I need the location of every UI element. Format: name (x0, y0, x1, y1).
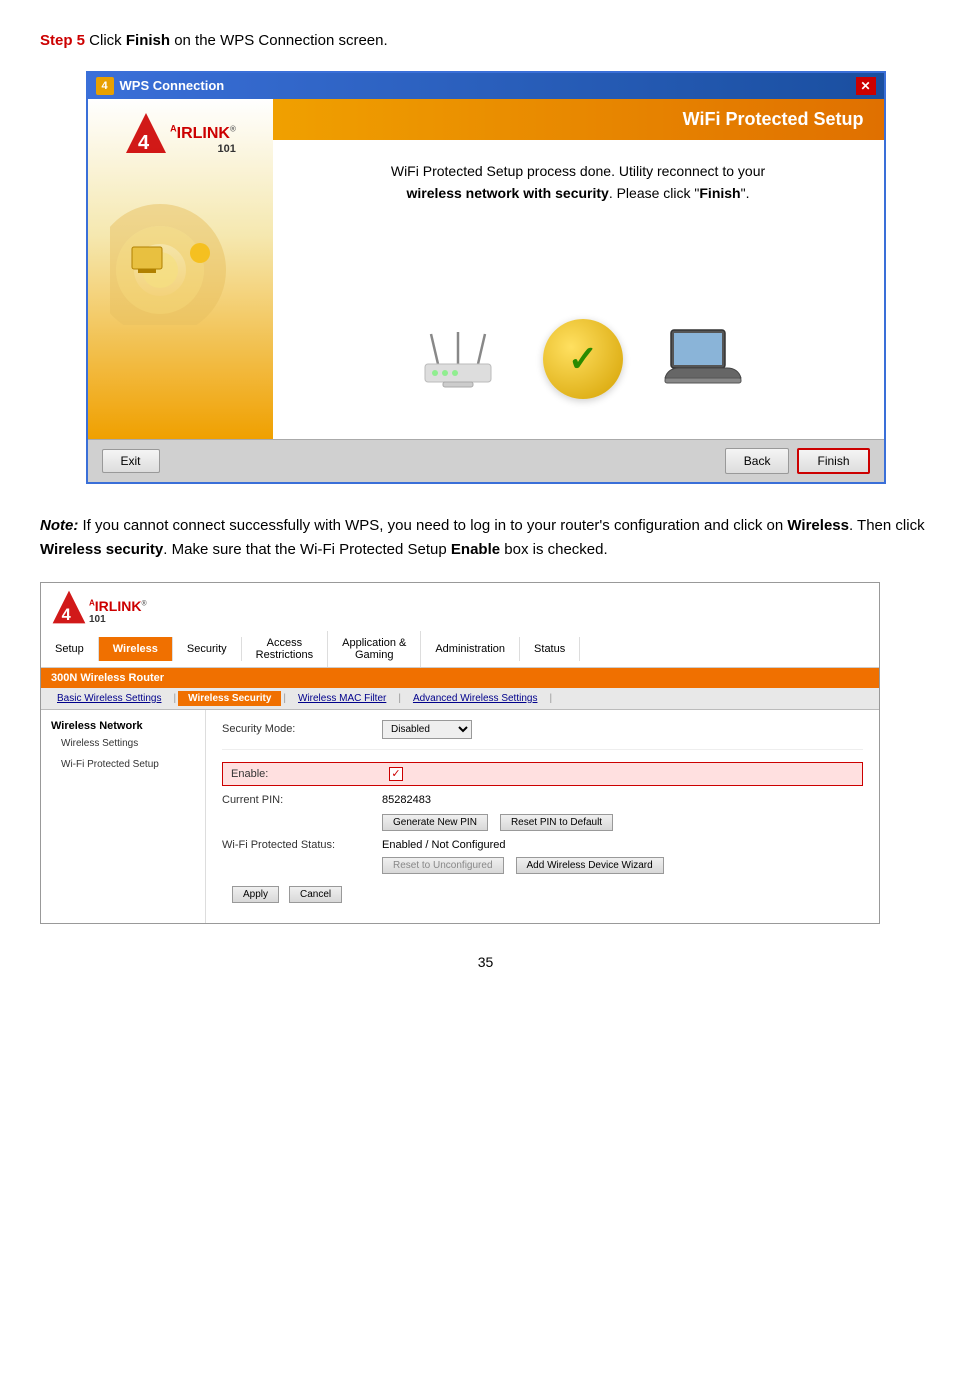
router-logo-icon: 4 (51, 589, 87, 625)
note-bold1: Wireless (787, 517, 849, 534)
wps-action-button-row: Reset to Unconfigured Add Wireless Devic… (382, 857, 863, 874)
back-button[interactable]: Back (725, 448, 790, 474)
router-admin-ui: 4 AIRLINK® 101 Setup Wireless Security A… (40, 582, 880, 924)
airlink-logo: 4 AIRLINK® 101 (124, 111, 236, 155)
subnav-advanced-wireless[interactable]: Advanced Wireless Settings (403, 691, 548, 706)
logo-101: 101 (170, 143, 236, 155)
nav-administration[interactable]: Administration (421, 637, 520, 661)
router-nav: Setup Wireless Security AccessRestrictio… (41, 631, 879, 668)
enable-row: Enable: (222, 762, 863, 786)
note-bold3: Enable (451, 541, 500, 558)
airlink-logo-icon: 4 (124, 111, 168, 155)
enable-label: Enable: (231, 768, 381, 780)
dialog-title-icon: 4 (96, 77, 114, 95)
step-label: Step 5 (40, 32, 85, 49)
checkmark-circle: ✓ (543, 319, 623, 399)
subnav-wireless-security[interactable]: Wireless Security (178, 691, 281, 706)
add-wizard-button[interactable]: Add Wireless Device Wizard (516, 857, 664, 874)
wps-status-label: Wi-Fi Protected Status: (222, 839, 382, 851)
nav-wireless[interactable]: Wireless (99, 637, 173, 661)
security-mode-label: Security Mode: (222, 723, 382, 735)
note-section: Note: If you cannot connect successfully… (40, 514, 931, 562)
note-label: Note: (40, 517, 78, 534)
current-pin-row: Current PIN: 85282483 (222, 794, 863, 806)
dialog-right-panel: WiFi Protected Setup WiFi Protected Setu… (273, 99, 884, 439)
laptop-icon (663, 326, 743, 391)
exit-button[interactable]: Exit (102, 449, 160, 473)
wps-dialog: 4 WPS Connection ✕ 4 AIRLINK® (86, 71, 886, 484)
router-sub-nav: Basic Wireless Settings | Wireless Secur… (41, 688, 879, 710)
svg-text:4: 4 (62, 606, 72, 624)
sidebar-heading: Wireless Network (51, 720, 195, 732)
dialog-btn-group: Back Finish (725, 448, 870, 474)
router-main-form: Security Mode: Disabled WEP WPA Personal… (206, 710, 879, 923)
nav-access-restrictions[interactable]: AccessRestrictions (242, 631, 328, 667)
dialog-message: WiFi Protected Setup process done. Utili… (378, 160, 778, 205)
subnav-basic-wireless[interactable]: Basic Wireless Settings (47, 691, 171, 706)
dialog-titlebar-left: 4 WPS Connection (96, 77, 225, 95)
wps-status-value: Enabled / Not Configured (382, 839, 506, 851)
router-logo-text: AIRLINK® (89, 598, 147, 614)
nav-security[interactable]: Security (173, 637, 242, 661)
page-number: 35 (40, 954, 931, 970)
logo-airlink-text: AIRLINK® (170, 125, 236, 142)
wps-status-row: Wi-Fi Protected Status: Enabled / Not Co… (222, 839, 863, 851)
router-icon (413, 324, 503, 394)
security-mode-select[interactable]: Disabled WEP WPA Personal (382, 720, 472, 739)
dialog-title-text: WPS Connection (120, 78, 225, 93)
dialog-close-button[interactable]: ✕ (856, 77, 876, 95)
cancel-button[interactable]: Cancel (289, 886, 342, 903)
wifi-animation-graphic (110, 185, 250, 325)
router-header: 4 AIRLINK® 101 (41, 583, 879, 631)
wifi-circles-svg (110, 185, 250, 325)
step5-instruction: Step 5 Click Finish on the WPS Connectio… (40, 30, 931, 53)
note-bold2: Wireless security (40, 541, 163, 558)
finish-button[interactable]: Finish (797, 448, 869, 474)
security-mode-row: Security Mode: Disabled WEP WPA Personal (222, 720, 863, 750)
current-pin-value: 85282483 (382, 794, 431, 806)
reset-pin-button[interactable]: Reset PIN to Default (500, 814, 613, 831)
dialog-titlebar: 4 WPS Connection ✕ (88, 73, 884, 99)
sidebar-wireless-settings: Wireless Settings (61, 738, 195, 749)
svg-text:4: 4 (138, 132, 150, 154)
step5-bold: Finish (126, 32, 170, 49)
router-airlink-logo: 4 AIRLINK® 101 (51, 589, 147, 625)
dialog-left-panel: 4 AIRLINK® 101 (88, 99, 273, 439)
dialog-right-header: WiFi Protected Setup (273, 99, 884, 140)
dialog-footer: Exit Back Finish (88, 439, 884, 482)
check-mark-icon: ✓ (568, 338, 598, 380)
reset-unconfigured-button[interactable]: Reset to Unconfigured (382, 857, 504, 874)
enable-checkbox[interactable] (389, 767, 403, 781)
sidebar-wps: Wi-Fi Protected Setup (61, 759, 195, 770)
dialog-right-content: WiFi Protected Setup process done. Utili… (273, 140, 884, 439)
dialog-icons-row: ✓ (413, 319, 743, 399)
router-sidebar: Wireless Network Wireless Settings Wi-Fi… (41, 710, 206, 923)
generate-pin-button[interactable]: Generate New PIN (382, 814, 488, 831)
wps-dialog-wrapper: 4 WPS Connection ✕ 4 AIRLINK® (86, 71, 886, 484)
security-mode-control: Disabled WEP WPA Personal (382, 720, 472, 739)
router-footer-buttons: Apply Cancel (232, 886, 863, 913)
router-orange-bar: 300N Wireless Router (41, 668, 879, 688)
apply-button[interactable]: Apply (232, 886, 279, 903)
current-pin-label: Current PIN: (222, 794, 382, 806)
nav-status[interactable]: Status (520, 637, 580, 661)
router-logo-101: 101 (89, 614, 147, 625)
router-content: Wireless Network Wireless Settings Wi-Fi… (41, 710, 879, 923)
nav-application-gaming[interactable]: Application &Gaming (328, 631, 421, 667)
pin-button-row: Generate New PIN Reset PIN to Default (382, 814, 863, 831)
dialog-body: 4 AIRLINK® 101 (88, 99, 884, 439)
subnav-wireless-mac-filter[interactable]: Wireless MAC Filter (288, 691, 396, 706)
nav-setup[interactable]: Setup (41, 637, 99, 661)
